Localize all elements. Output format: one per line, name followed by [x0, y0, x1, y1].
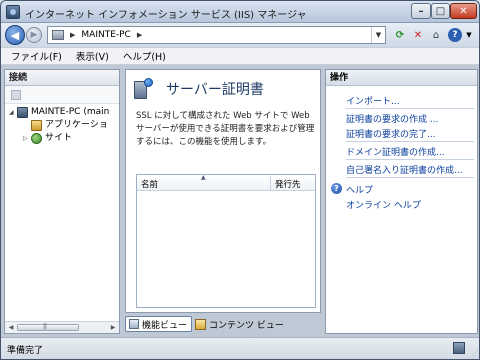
menu-bar: ファイル(F) 表示(V) ヘルプ(H) [1, 47, 479, 65]
connections-horizontal-scrollbar[interactable]: ◀ ||| ▶ [5, 321, 119, 333]
menu-file[interactable]: ファイル(F) [11, 49, 62, 63]
server-icon [17, 107, 28, 118]
actions-pane: 操作 インポート... 証明書の要求の作成 ... 証明書の要求の完了... ド… [325, 69, 478, 334]
action-separator [346, 177, 474, 178]
content-view-icon [195, 318, 207, 330]
breadcrumb-arrow-icon[interactable]: ▶ [137, 31, 142, 39]
menu-view[interactable]: 表示(V) [76, 49, 109, 63]
column-header-name[interactable]: 名前 [141, 178, 158, 190]
menu-help[interactable]: ヘルプ(H) [123, 49, 166, 63]
window-title: インターネット インフォメーション サービス (IIS) マネージャ [25, 10, 307, 21]
back-button[interactable]: ◀ [5, 25, 25, 45]
address-value[interactable]: MAINTE-PC [81, 30, 130, 40]
create-self-signed-certificate-link[interactable]: 自己署名入り証明書の作成... [346, 163, 463, 176]
scrollbar-grip-icon: ||| [43, 323, 47, 330]
scroll-left-icon[interactable]: ◀ [6, 323, 16, 332]
application-pool-icon [31, 120, 42, 131]
tree-item-label: アプリケーショ [45, 120, 108, 130]
complete-certificate-request-link[interactable]: 証明書の要求の完了... [346, 127, 436, 140]
minimize-button[interactable]: – [411, 3, 431, 19]
stop-icon[interactable]: ✕ [411, 27, 425, 43]
tree-item-server[interactable]: ◢ MAINTE-PC (main [5, 106, 119, 119]
list-header: 名前 ▲ 発行先 [137, 174, 315, 191]
sites-icon [31, 133, 42, 144]
resize-grip-icon[interactable]: ⋰ [472, 350, 478, 357]
column-header-issued-to[interactable]: 発行先 [275, 178, 301, 190]
certificates-list[interactable]: 名前 ▲ 発行先 [136, 174, 316, 308]
iis-manager-window: インターネット インフォメーション サービス (IIS) マネージャ – □ ✕… [0, 0, 480, 360]
tree-item-label: MAINTE-PC (main [31, 107, 110, 117]
connections-toolbar [5, 86, 119, 104]
action-separator [346, 108, 474, 109]
action-separator [346, 159, 474, 160]
tree-item-label: サイト [45, 133, 73, 143]
tree-item-sites[interactable]: ▷ サイト [5, 132, 119, 145]
help-dropdown-icon[interactable]: ▼ [464, 27, 474, 43]
tab-content-view[interactable]: コンテンツ ビュー [192, 316, 288, 332]
forward-button[interactable]: ▶ [26, 27, 42, 43]
iis-app-icon [6, 5, 20, 19]
navigation-bar: ◀ ▶ ▶ MAINTE-PC ▶ ▼ ⟳ ✕ ⌂ ? ▼ [1, 23, 479, 47]
help-link[interactable]: ヘルプ [346, 183, 373, 196]
tree-item-application-pools[interactable]: アプリケーショ [5, 119, 119, 132]
scroll-right-icon[interactable]: ▶ [108, 323, 118, 332]
network-status-icon [453, 342, 465, 354]
column-divider[interactable] [270, 176, 271, 190]
refresh-icon[interactable]: ⟳ [392, 27, 408, 43]
help-icon: ? [331, 183, 342, 194]
import-link[interactable]: インポート... [346, 94, 400, 107]
collapse-icon[interactable]: ◢ [9, 110, 15, 116]
address-dropdown-button[interactable]: ▼ [371, 27, 385, 43]
view-switcher: 機能ビュー コンテンツ ビュー [125, 315, 321, 333]
feature-description: SSL に対して構成された Web サイトで Web サーバーが使用できる証明書… [136, 111, 315, 147]
status-bar: 準備完了 ⋰ [1, 337, 479, 359]
tab-features-view[interactable]: 機能ビュー [125, 316, 193, 332]
close-button[interactable]: ✕ [450, 3, 477, 19]
maximize-button[interactable]: □ [431, 3, 450, 19]
feature-pane: サーバー証明書 SSL に対して構成された Web サイトで Web サーバーが… [125, 69, 321, 313]
action-separator [346, 141, 474, 142]
help-icon[interactable]: ? [448, 28, 462, 42]
online-help-link[interactable]: オンライン ヘルプ [346, 198, 421, 211]
actions-header: 操作 [326, 70, 477, 86]
create-certificate-request-link[interactable]: 証明書の要求の作成 ... [346, 112, 438, 125]
tab-label: 機能ビュー [142, 320, 188, 331]
connections-header: 接続 [5, 70, 119, 86]
title-bar[interactable]: インターネット インフォメーション サービス (IIS) マネージャ – □ ✕ [1, 1, 479, 23]
expand-icon[interactable]: ▷ [23, 136, 29, 142]
sort-ascending-icon: ▲ [201, 174, 206, 181]
breadcrumb-arrow-icon[interactable]: ▶ [70, 31, 75, 39]
server-icon [52, 30, 64, 40]
server-certificate-icon [134, 78, 154, 100]
connections-pane: 接続 ◢ MAINTE-PC (main アプリケーショ ▷ サイト ◀ ||| [4, 69, 120, 334]
home-icon[interactable]: ⌂ [429, 27, 443, 43]
address-bar[interactable]: ▶ MAINTE-PC ▶ ▼ [47, 26, 386, 44]
status-text: 準備完了 [7, 346, 44, 356]
feature-title: サーバー証明書 [166, 82, 264, 98]
create-domain-certificate-link[interactable]: ドメイン証明書の作成... [346, 145, 445, 158]
features-view-icon [129, 319, 139, 329]
connect-icon[interactable] [11, 90, 21, 100]
scrollbar-thumb[interactable] [17, 324, 79, 331]
tab-label: コンテンツ ビュー [209, 320, 284, 331]
